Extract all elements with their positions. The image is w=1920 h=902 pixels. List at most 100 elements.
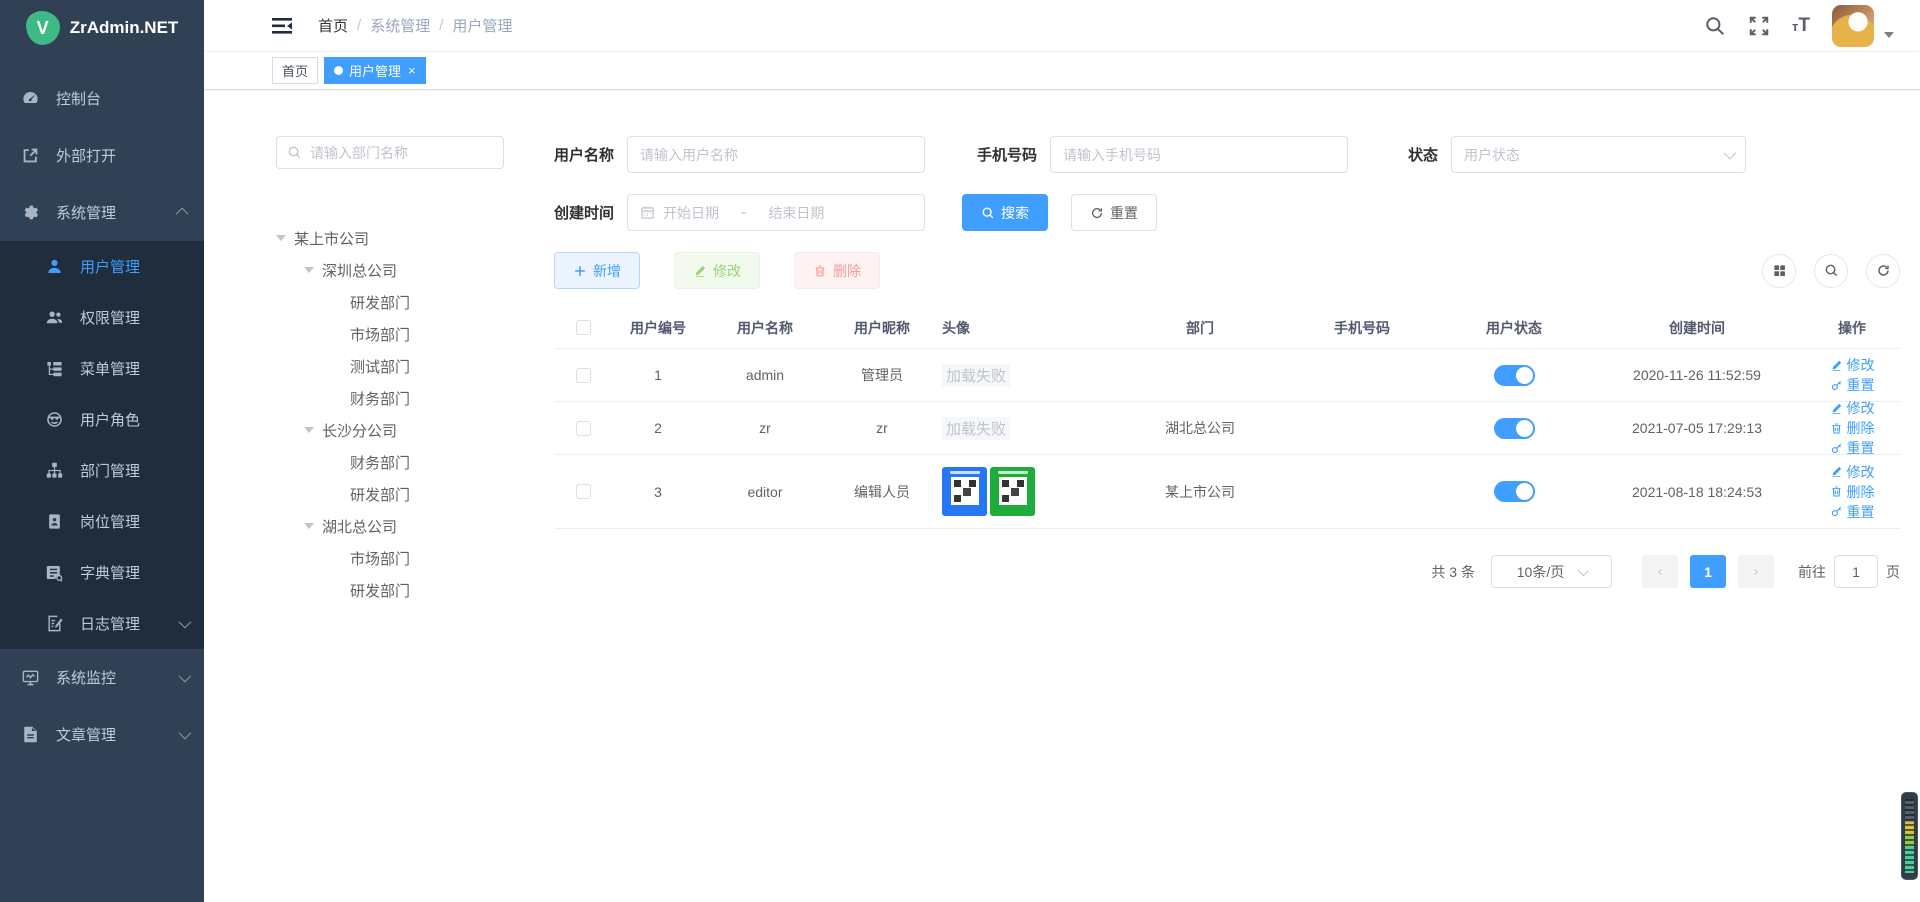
date-start-placeholder: 开始日期 [663, 203, 719, 223]
username-input[interactable] [640, 147, 912, 163]
sidebar-item-log[interactable]: 日志管理 [0, 598, 204, 649]
page-content: 请输入部门名称 某上市公司 深圳总公司 研发部门 市场部门 测试部门 财务部门 … [204, 91, 1920, 902]
breadcrumb-home[interactable]: 首页 [318, 15, 348, 36]
row-edit-link[interactable]: 修改 [1830, 462, 1875, 482]
caret-down-icon[interactable] [304, 267, 314, 273]
key-icon [1830, 379, 1843, 392]
sidebar-item-dashboard[interactable]: 控制台 [0, 70, 204, 127]
table-header-row: 用户编号 用户名称 用户昵称 头像 部门 手机号码 用户状态 创建时间 操作 [554, 307, 1900, 349]
date-range-picker[interactable]: 开始日期 - 结束日期 [627, 194, 925, 231]
tree-node[interactable]: 测试部门 [276, 350, 504, 382]
page-size-select[interactable]: 10条/页 [1491, 555, 1612, 588]
dept-search-input[interactable]: 请输入部门名称 [276, 136, 504, 169]
row-edit-link[interactable]: 修改 [1830, 398, 1875, 418]
caret-down-icon[interactable] [304, 427, 314, 433]
add-button[interactable]: 新增 [554, 252, 640, 289]
fullscreen-icon[interactable] [1748, 15, 1770, 37]
sidebar-item-permission[interactable]: 权限管理 [0, 292, 204, 343]
tree-node[interactable]: 研发部门 [276, 574, 504, 606]
search-icon [287, 145, 302, 160]
monitor-icon [21, 668, 40, 687]
next-page-button[interactable]: › [1738, 555, 1774, 588]
row-edit-link[interactable]: 修改 [1830, 355, 1875, 375]
dictionary-icon [45, 563, 64, 582]
col-header-status: 用户状态 [1438, 318, 1590, 338]
row-delete-link[interactable]: 删除 [1830, 482, 1875, 502]
key-icon [1830, 505, 1843, 518]
goto-page-input[interactable] [1834, 555, 1878, 588]
app-logo[interactable]: V ZrAdmin.NET [0, 0, 204, 56]
show-search-icon[interactable] [1814, 254, 1848, 288]
tree-node[interactable]: 长沙分公司 [276, 414, 504, 446]
tree-node[interactable]: 研发部门 [276, 478, 504, 510]
col-header-created: 创建时间 [1590, 318, 1804, 338]
row-checkbox[interactable] [576, 368, 591, 383]
sidebar-fold-icon[interactable] [272, 17, 292, 35]
status-toggle[interactable] [1494, 418, 1535, 439]
caret-down-icon[interactable] [304, 523, 314, 529]
page-number-1[interactable]: 1 [1690, 555, 1726, 588]
col-header-nickname: 用户昵称 [826, 318, 938, 338]
sidebar-item-label: 字典管理 [80, 562, 140, 583]
main-area: 首页 / 系统管理 / 用户管理 тT 首页 用户管理 × [204, 0, 1920, 902]
row-reset-link[interactable]: 重置 [1830, 438, 1875, 458]
avatar-dropdown-caret-icon[interactable] [1884, 32, 1894, 38]
tree-node[interactable]: 财务部门 [276, 382, 504, 414]
refresh-icon[interactable] [1866, 254, 1900, 288]
row-checkbox[interactable] [576, 421, 591, 436]
sidebar-item-dept[interactable]: 部门管理 [0, 445, 204, 496]
username-label: 用户名称 [554, 144, 614, 165]
search-icon[interactable] [1704, 15, 1726, 37]
prev-page-button[interactable]: ‹ [1642, 555, 1678, 588]
tree-node[interactable]: 财务部门 [276, 446, 504, 478]
breadcrumb-system: 系统管理 [370, 15, 430, 36]
tree-node[interactable]: 深圳总公司 [276, 254, 504, 286]
avatar[interactable] [1832, 5, 1874, 47]
tree-node[interactable]: 研发部门 [276, 286, 504, 318]
tab-user-management[interactable]: 用户管理 × [324, 57, 426, 84]
reset-button[interactable]: 重置 [1071, 194, 1157, 231]
sidebar-item-user-role[interactable]: 用户角色 [0, 394, 204, 445]
search-button[interactable]: 搜索 [962, 194, 1048, 231]
row-delete-link[interactable]: 删除 [1830, 418, 1875, 438]
col-header-avatar: 头像 [938, 318, 1114, 338]
menu-tree-icon [45, 359, 64, 378]
status-toggle[interactable] [1494, 365, 1535, 386]
sidebar-item-external[interactable]: 外部打开 [0, 127, 204, 184]
status-select[interactable]: 用户状态 [1451, 136, 1746, 173]
status-label: 状态 [1408, 144, 1438, 165]
row-reset-link[interactable]: 重置 [1830, 375, 1875, 395]
tree-node[interactable]: 某上市公司 [276, 222, 504, 254]
sidebar-item-label: 权限管理 [80, 307, 140, 328]
tree-node[interactable]: 市场部门 [276, 542, 504, 574]
sidebar-item-system[interactable]: 系统管理 [0, 184, 204, 241]
sidebar-item-post[interactable]: 岗位管理 [0, 496, 204, 547]
calendar-icon [640, 205, 655, 220]
refresh-icon [1090, 206, 1104, 220]
tree-node[interactable]: 湖北总公司 [276, 510, 504, 542]
tab-close-icon[interactable]: × [408, 64, 416, 77]
caret-down-icon[interactable] [276, 235, 286, 241]
sidebar-item-article[interactable]: 文章管理 [0, 706, 204, 763]
sidebar-item-dictionary[interactable]: 字典管理 [0, 547, 204, 598]
sidebar-item-user-management[interactable]: 用户管理 [0, 241, 204, 292]
tab-home[interactable]: 首页 [272, 57, 318, 84]
select-all-checkbox[interactable] [576, 320, 591, 335]
pagination: 共 3 条 10条/页 ‹ 1 › 前往 页 [554, 555, 1900, 588]
delete-button[interactable]: 删除 [794, 252, 880, 289]
edit-button[interactable]: 修改 [674, 252, 760, 289]
sidebar-item-menu-management[interactable]: 菜单管理 [0, 343, 204, 394]
scrollbar-indicator[interactable] [1901, 792, 1918, 880]
row-reset-link[interactable]: 重置 [1830, 502, 1875, 522]
status-toggle[interactable] [1494, 481, 1535, 502]
sidebar-item-monitor[interactable]: 系统监控 [0, 649, 204, 706]
user-icon [45, 257, 64, 276]
pagination-goto: 前往 页 [1798, 555, 1900, 588]
tree-node[interactable]: 市场部门 [276, 318, 504, 350]
columns-grid-icon[interactable] [1762, 254, 1796, 288]
row-checkbox[interactable] [576, 484, 591, 499]
phone-input[interactable] [1063, 147, 1335, 163]
font-size-icon[interactable]: тT [1792, 15, 1810, 37]
created-label: 创建时间 [554, 202, 614, 223]
table-row: 1 admin 管理员 加载失败 2020-11-26 11:52:59 修改 … [554, 349, 1900, 402]
